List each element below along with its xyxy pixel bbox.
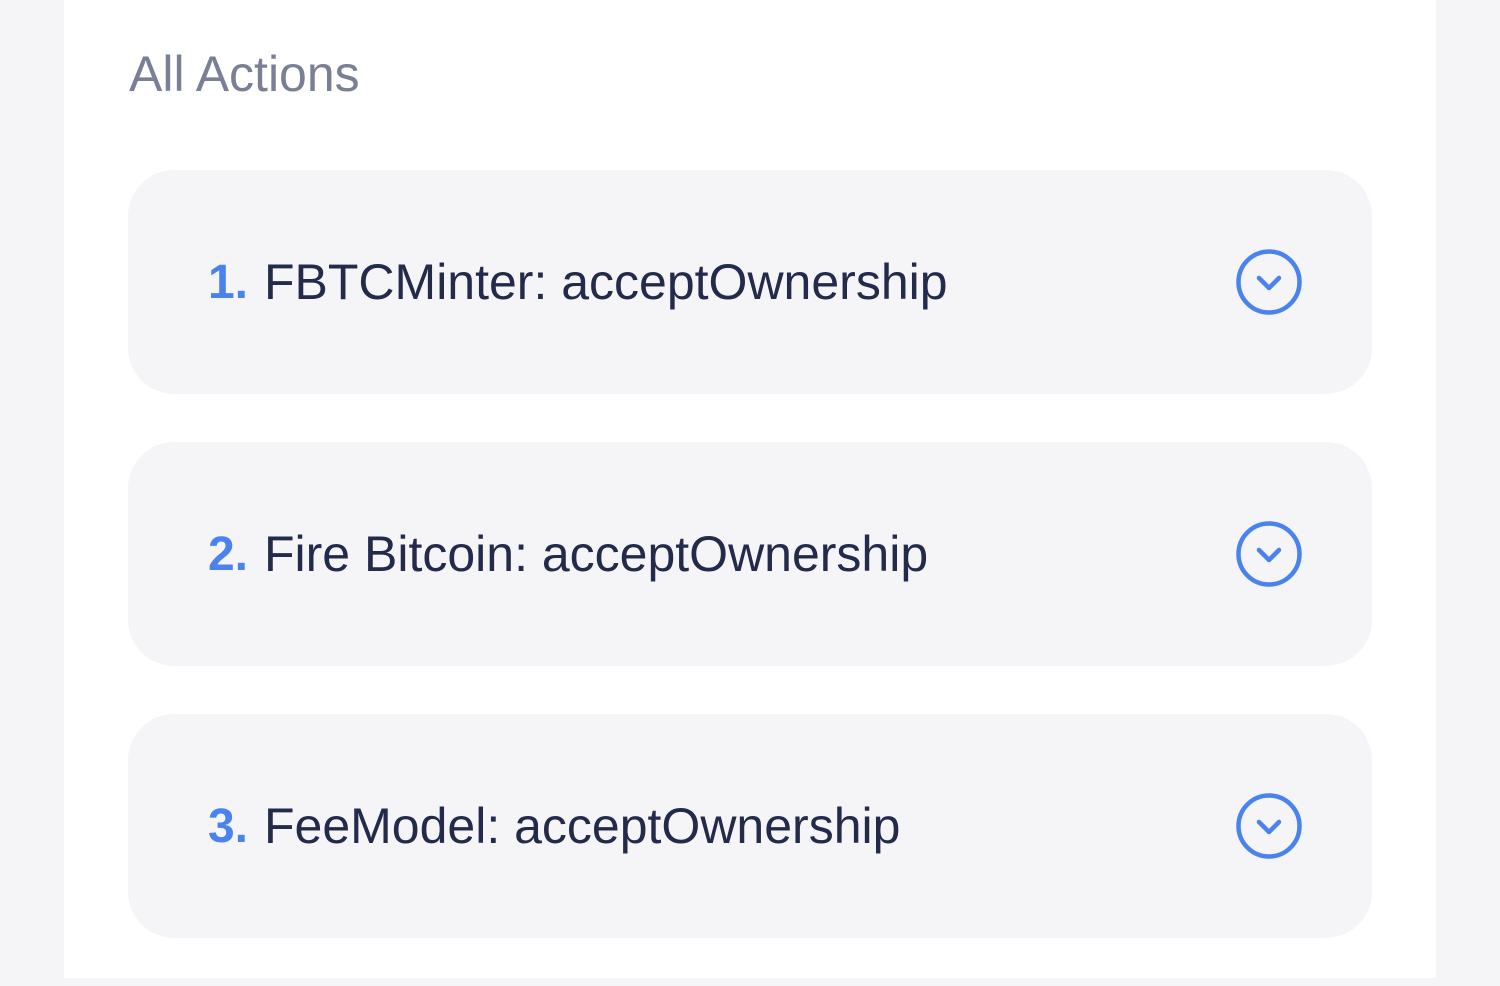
action-item[interactable]: 3. FeeModel: acceptOwnership: [128, 714, 1372, 938]
action-item[interactable]: 2. Fire Bitcoin: acceptOwnership: [128, 442, 1372, 666]
expand-button[interactable]: [1236, 249, 1302, 315]
actions-list: 1. FBTCMinter: acceptOwnership 2. Fire B…: [128, 170, 1372, 986]
actions-panel: All Actions 1. FBTCMinter: acceptOwnersh…: [64, 0, 1436, 978]
action-number: 2.: [207, 527, 248, 581]
expand-button[interactable]: [1236, 521, 1302, 587]
action-label: FBTCMinter: acceptOwnership: [264, 254, 948, 310]
section-title: All Actions: [129, 46, 360, 102]
chevron-down-circle-icon: [1236, 249, 1302, 315]
action-label: FeeModel: acceptOwnership: [264, 798, 901, 854]
chevron-down-circle-icon: [1236, 521, 1302, 587]
chevron-down-circle-icon: [1236, 793, 1302, 859]
action-number: 1.: [207, 255, 248, 309]
expand-button[interactable]: [1236, 793, 1302, 859]
action-label: Fire Bitcoin: acceptOwnership: [264, 526, 929, 582]
action-item[interactable]: 1. FBTCMinter: acceptOwnership: [128, 170, 1372, 394]
action-number: 3.: [207, 799, 248, 853]
